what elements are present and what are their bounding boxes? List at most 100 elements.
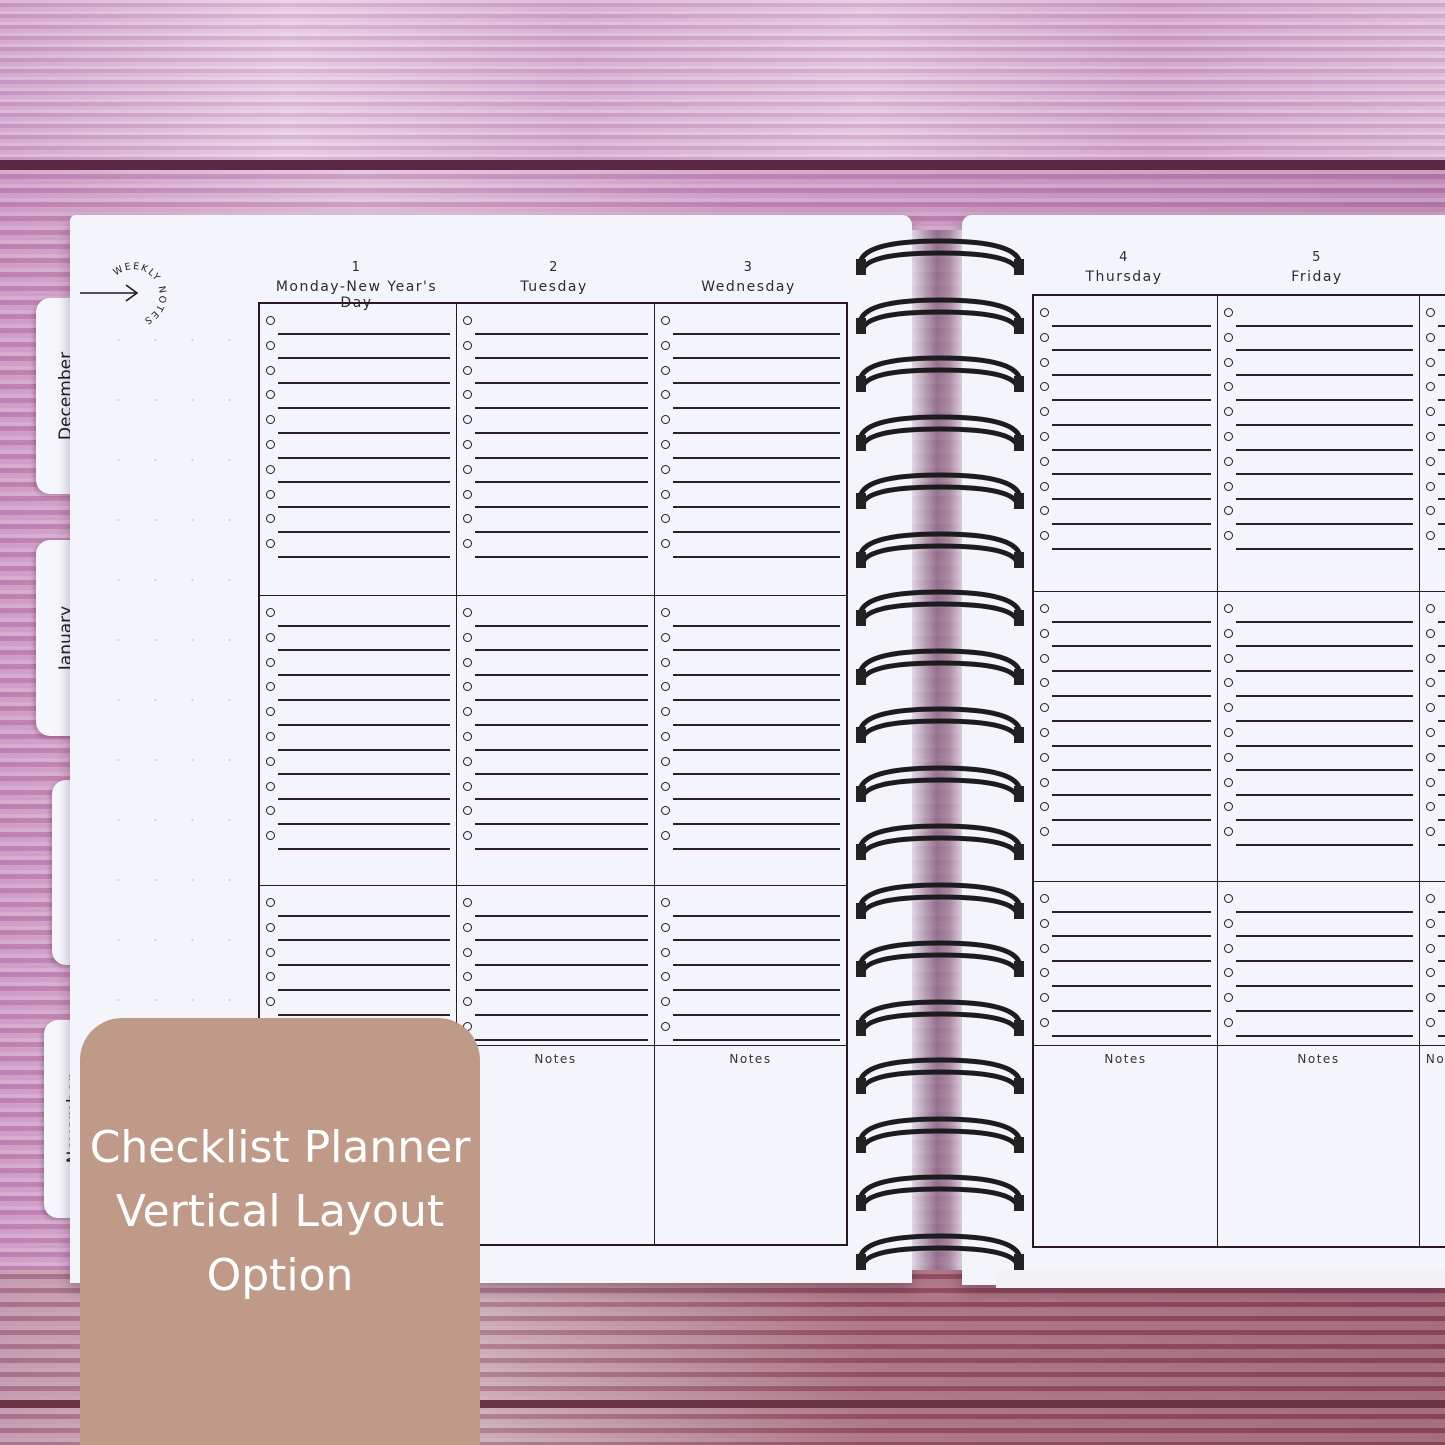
checklist-item[interactable] — [260, 778, 456, 803]
checklist-item[interactable] — [1218, 699, 1419, 724]
checkbox-circle-icon[interactable] — [1426, 894, 1435, 903]
checkbox-circle-icon[interactable] — [1224, 531, 1233, 541]
checkbox-circle-icon[interactable] — [661, 340, 670, 350]
checklist-item[interactable] — [260, 486, 456, 511]
checkbox-circle-icon[interactable] — [463, 781, 472, 791]
checkbox-circle-icon[interactable] — [1426, 943, 1435, 953]
checkbox-circle-icon[interactable] — [266, 898, 275, 907]
checkbox-circle-icon[interactable] — [463, 632, 472, 642]
checkbox-circle-icon[interactable] — [661, 415, 670, 425]
checkbox-circle-icon[interactable] — [266, 922, 275, 932]
checklist-item[interactable] — [1218, 453, 1419, 478]
checkbox-circle-icon[interactable] — [661, 831, 670, 841]
checkbox-circle-icon[interactable] — [1426, 968, 1435, 978]
checklist-item[interactable] — [260, 678, 456, 703]
checklist-item[interactable] — [457, 654, 654, 679]
checklist-item[interactable] — [1034, 453, 1217, 478]
checkbox-circle-icon[interactable] — [661, 947, 670, 957]
checklist-item[interactable] — [1420, 798, 1445, 823]
checkbox-circle-icon[interactable] — [463, 657, 472, 667]
checkbox-circle-icon[interactable] — [463, 608, 472, 617]
checklist-item[interactable] — [1218, 823, 1419, 848]
checkbox-circle-icon[interactable] — [1224, 308, 1233, 317]
checkbox-circle-icon[interactable] — [463, 732, 472, 741]
checklist-item[interactable] — [1420, 674, 1445, 699]
checkbox-circle-icon[interactable] — [1040, 728, 1049, 737]
checkbox-circle-icon[interactable] — [266, 340, 275, 350]
checkbox-circle-icon[interactable] — [463, 806, 472, 816]
checkbox-circle-icon[interactable] — [266, 464, 275, 474]
checklist-item[interactable] — [457, 486, 654, 511]
checkbox-circle-icon[interactable] — [1224, 802, 1233, 812]
checklist-item[interactable] — [1034, 890, 1217, 915]
checkbox-circle-icon[interactable] — [661, 316, 670, 325]
checkbox-circle-icon[interactable] — [1426, 777, 1435, 787]
checkbox-circle-icon[interactable] — [661, 539, 670, 549]
checklist-item[interactable] — [457, 461, 654, 486]
checklist-item[interactable] — [457, 968, 654, 993]
checkbox-circle-icon[interactable] — [1224, 432, 1233, 441]
checkbox-circle-icon[interactable] — [1040, 332, 1049, 342]
checklist-item[interactable] — [457, 919, 654, 944]
checkbox-circle-icon[interactable] — [1224, 943, 1233, 953]
checklist-item[interactable] — [457, 436, 654, 461]
checklist-item[interactable] — [1420, 378, 1445, 403]
checklist-item[interactable] — [260, 894, 456, 919]
checklist-item[interactable] — [1218, 1014, 1419, 1039]
checkbox-circle-icon[interactable] — [1224, 456, 1233, 466]
checklist-item[interactable] — [1420, 453, 1445, 478]
checklist-item[interactable] — [1218, 890, 1419, 915]
checklist-item[interactable] — [457, 1018, 654, 1043]
checkbox-circle-icon[interactable] — [463, 922, 472, 932]
checklist-item[interactable] — [1420, 749, 1445, 774]
checklist-item[interactable] — [1218, 798, 1419, 823]
checkbox-circle-icon[interactable] — [661, 756, 670, 766]
checklist-item[interactable] — [260, 510, 456, 535]
checklist-item[interactable] — [1420, 403, 1445, 428]
checkbox-circle-icon[interactable] — [463, 972, 472, 982]
checklist-item[interactable] — [457, 703, 654, 728]
checklist-item[interactable] — [1420, 1014, 1445, 1039]
checklist-item[interactable] — [1420, 989, 1445, 1014]
checkbox-circle-icon[interactable] — [1040, 703, 1049, 713]
checklist-item[interactable] — [655, 802, 846, 827]
checkbox-circle-icon[interactable] — [266, 831, 275, 841]
checklist-item[interactable] — [1034, 403, 1217, 428]
checklist-item[interactable] — [655, 312, 846, 337]
checkbox-circle-icon[interactable] — [661, 1022, 670, 1031]
checklist-item[interactable] — [1420, 625, 1445, 650]
checkbox-circle-icon[interactable] — [1426, 728, 1435, 737]
checkbox-circle-icon[interactable] — [1040, 481, 1049, 491]
checkbox-circle-icon[interactable] — [266, 489, 275, 499]
checkbox-circle-icon[interactable] — [1224, 777, 1233, 787]
checklist-item[interactable] — [655, 436, 846, 461]
checkbox-circle-icon[interactable] — [266, 657, 275, 667]
checkbox-circle-icon[interactable] — [1426, 456, 1435, 466]
checkbox-circle-icon[interactable] — [266, 732, 275, 741]
checkbox-circle-icon[interactable] — [463, 464, 472, 474]
checkbox-circle-icon[interactable] — [266, 514, 275, 524]
checklist-item[interactable] — [260, 411, 456, 436]
checklist-item[interactable] — [655, 778, 846, 803]
checklist-item[interactable] — [1218, 989, 1419, 1014]
checkbox-circle-icon[interactable] — [266, 806, 275, 816]
checkbox-circle-icon[interactable] — [1426, 407, 1435, 417]
checklist-item[interactable] — [1218, 478, 1419, 503]
checklist-item[interactable] — [1218, 915, 1419, 940]
checkbox-circle-icon[interactable] — [1224, 481, 1233, 491]
checkbox-circle-icon[interactable] — [1426, 531, 1435, 541]
checklist-item[interactable] — [655, 386, 846, 411]
checklist-item[interactable] — [260, 802, 456, 827]
checkbox-circle-icon[interactable] — [1040, 894, 1049, 903]
checklist-item[interactable] — [457, 312, 654, 337]
checklist-item[interactable] — [655, 993, 846, 1018]
checkbox-circle-icon[interactable] — [1426, 827, 1435, 837]
checklist-item[interactable] — [1034, 798, 1217, 823]
checklist-item[interactable] — [1420, 428, 1445, 453]
checkbox-circle-icon[interactable] — [463, 707, 472, 717]
checkbox-circle-icon[interactable] — [1224, 728, 1233, 737]
checkbox-circle-icon[interactable] — [1040, 357, 1049, 367]
checkbox-circle-icon[interactable] — [1426, 918, 1435, 928]
checkbox-circle-icon[interactable] — [661, 972, 670, 982]
checklist-item[interactable] — [655, 629, 846, 654]
